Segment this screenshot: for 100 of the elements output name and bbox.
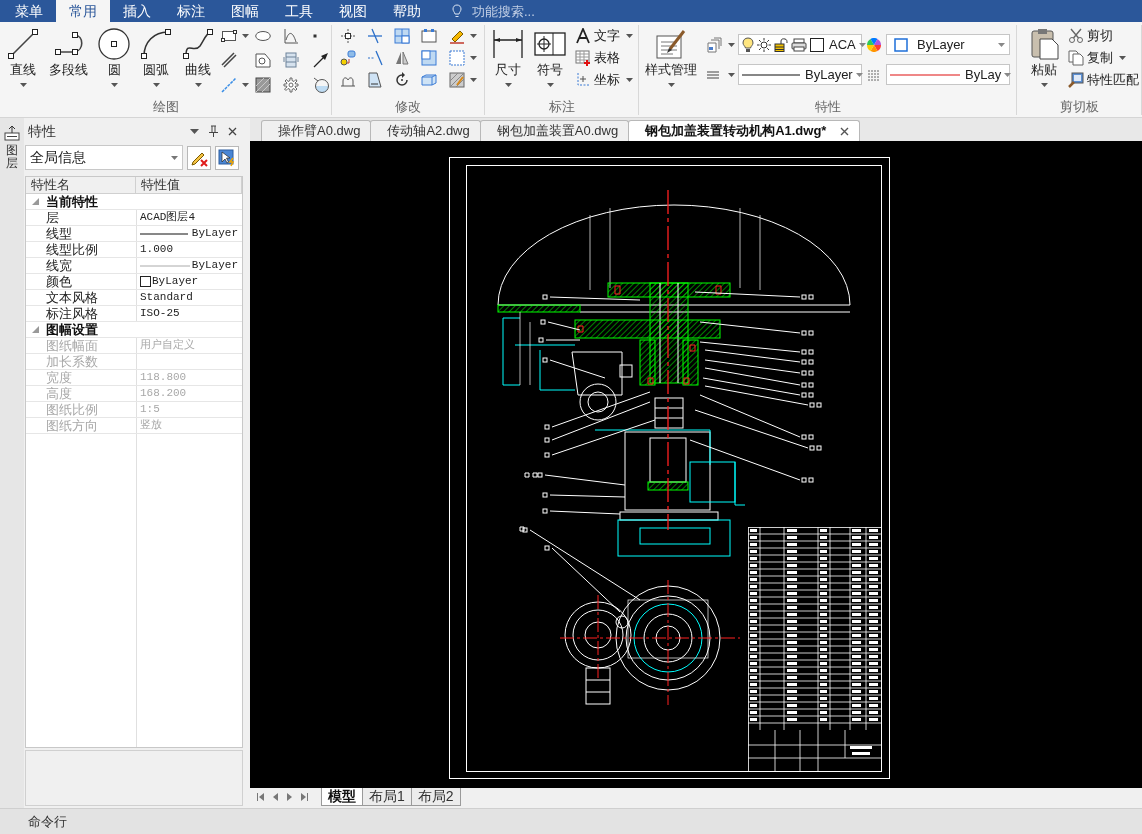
menu-tab[interactable]: 菜单	[2, 0, 56, 22]
ribbon-button[interactable]: 表格	[573, 47, 635, 69]
menu-tab[interactable]: 常用	[56, 0, 110, 22]
side-tab[interactable]: 图层	[6, 144, 18, 171]
ribbon-button[interactable]: 圆	[93, 28, 135, 98]
property-name: 线型	[46, 226, 72, 241]
property-name: 线型比例	[46, 242, 98, 257]
group-title: 标注	[548, 99, 575, 115]
ribbon-button[interactable]: 符号	[529, 28, 571, 98]
caret-icon	[727, 72, 735, 77]
ribbon-button[interactable]: 样式管理	[640, 28, 702, 98]
array-icon	[421, 72, 437, 88]
cursor-select-icon	[218, 148, 236, 167]
property-value: ISO-25	[140, 306, 180, 321]
clear-selection-button[interactable]	[187, 145, 211, 170]
menu-tab[interactable]: 插入	[110, 0, 164, 22]
search-field[interactable]: 功能搜索...	[472, 1, 602, 21]
ribbon-button[interactable]: 特性匹配	[1066, 69, 1141, 91]
ribbon-button[interactable]: 粘贴	[1023, 28, 1065, 98]
eraser-icon	[340, 50, 356, 66]
gear-icon	[283, 76, 299, 93]
property-value: ByLayer	[191, 258, 238, 273]
next-page-button[interactable]	[287, 793, 292, 801]
menu-tab[interactable]: 标注	[164, 0, 218, 22]
previous-page-button[interactable]	[273, 793, 278, 801]
section-title[interactable]: 当前特性	[46, 194, 98, 209]
menu-tab[interactable]: 视图	[326, 0, 380, 22]
close-icon	[840, 126, 850, 136]
scissors-icon	[1068, 28, 1084, 44]
ribbon-button[interactable]: 文字	[573, 25, 635, 47]
lineweight-icon	[705, 69, 720, 80]
document-tab[interactable]: 操作臂A0.dwg	[261, 120, 372, 141]
lightbulb-icon	[742, 36, 754, 53]
dashed-rectangle-icon	[449, 50, 465, 66]
linetype-dropdown[interactable]: ByLayer	[738, 64, 862, 85]
document-tab[interactable]: 传动轴A2.dwg	[370, 120, 481, 141]
command-line-label: 命令行	[28, 812, 67, 831]
frame-icon	[421, 28, 437, 44]
rotate-icon	[394, 72, 410, 88]
ribbon-button[interactable]: 坐标	[573, 69, 635, 91]
ribbon-button[interactable]: 剪切	[1066, 25, 1141, 47]
property-name: 图纸比例	[46, 402, 98, 417]
document-tab[interactable]: 钢包加盖装置A0.dwg	[479, 120, 630, 141]
layout-tab[interactable]: 布局2	[410, 788, 461, 806]
caret-icon	[171, 155, 178, 160]
column-header[interactable]: 特性名	[26, 177, 136, 194]
linetype-icon	[867, 68, 881, 81]
dimension-icon	[492, 28, 524, 60]
extend-icon	[367, 50, 383, 66]
property-name: 层	[46, 210, 59, 225]
column-header[interactable]: 特性值	[136, 177, 242, 194]
ribbon-button[interactable]: 尺寸	[487, 28, 529, 98]
caret-icon	[855, 72, 863, 77]
rectangle-icon	[221, 28, 237, 44]
close-button[interactable]	[228, 126, 237, 136]
menu-tab[interactable]: 帮助	[380, 0, 434, 22]
leader-arrow-icon	[313, 52, 329, 69]
caret-icon	[242, 34, 249, 38]
panel-menu-button[interactable]	[190, 128, 199, 134]
quadrant-icon	[421, 50, 437, 66]
next-icon	[287, 793, 292, 801]
caret-icon	[470, 34, 477, 38]
layout-tab[interactable]: 布局1	[362, 788, 412, 806]
last-page-button[interactable]	[301, 793, 308, 801]
match-properties-icon	[1068, 72, 1084, 88]
ribbon-button[interactable]: 圆弧	[135, 28, 177, 98]
menu-tab[interactable]: 工具	[272, 0, 326, 22]
quick-select-button[interactable]	[215, 145, 239, 170]
pin-icon	[208, 125, 218, 137]
section-title[interactable]: 图幅设置	[46, 322, 98, 337]
ribbon-button[interactable]: 直线	[2, 28, 44, 98]
first-icon	[257, 793, 264, 801]
menu-tab[interactable]: 图幅	[218, 0, 272, 22]
color-dropdown[interactable]: ByLayer	[886, 34, 1010, 55]
property-value: 168.200	[140, 386, 187, 401]
close-icon	[228, 126, 237, 136]
selection-dropdown[interactable]: 全局信息	[25, 145, 183, 170]
mirror-icon	[394, 50, 410, 66]
property-name: 图纸方向	[46, 418, 98, 433]
ribbon-button[interactable]: 多段线	[44, 28, 93, 98]
group-title: 修改	[395, 99, 421, 115]
caret-icon	[190, 128, 199, 134]
ribbon-button[interactable]: 复制	[1066, 47, 1141, 69]
property-value: ACAD图层4	[140, 210, 195, 225]
property-name: 图纸幅面	[46, 338, 98, 353]
property-name: 颜色	[46, 274, 72, 289]
style-manager-icon	[655, 28, 687, 60]
line-sample-icon	[890, 73, 960, 76]
layout-tab[interactable]: 模型	[321, 788, 363, 806]
drawing-canvas[interactable]	[250, 141, 1142, 788]
last-icon	[301, 793, 308, 801]
document-tab[interactable]: 钢包加盖装置转动机构A1.dwg*	[628, 120, 861, 141]
copy-icon	[1068, 50, 1084, 66]
construction-line-icon	[221, 76, 237, 93]
pin-button[interactable]	[208, 125, 218, 137]
toolbox-icon	[4, 125, 20, 141]
property-value: ByLayer	[191, 226, 238, 241]
first-page-button[interactable]	[257, 793, 264, 801]
ribbon-button[interactable]: 曲线	[177, 28, 219, 98]
lineweight-dropdown[interactable]: ByLay	[886, 64, 1010, 85]
